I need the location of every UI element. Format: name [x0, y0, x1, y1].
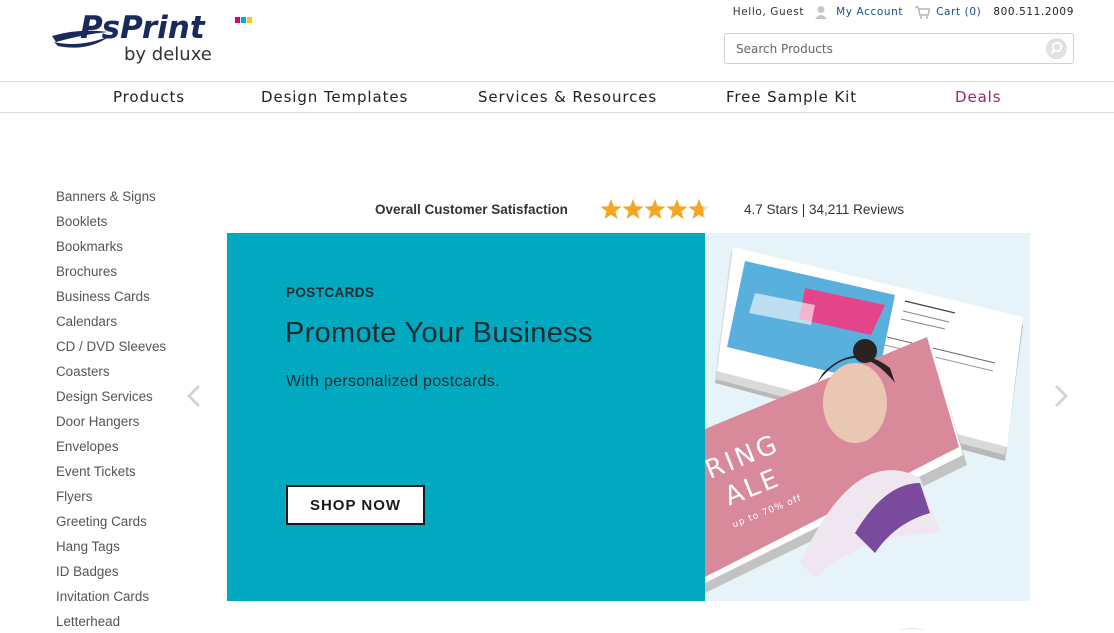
search-box: [724, 33, 1074, 64]
postcards-image[interactable]: RING ALE up to 70% off: [705, 233, 1030, 601]
sidebar-item-invitation-cards[interactable]: Invitation Cards: [56, 587, 206, 612]
slide-eyebrow: POSTCARDS: [286, 285, 375, 300]
sidebar-item-bookmarks[interactable]: Bookmarks: [56, 237, 206, 262]
nav-free-sample-kit[interactable]: Free Sample Kit: [726, 88, 857, 106]
cart-icon[interactable]: [915, 5, 931, 19]
nav-design-templates[interactable]: Design Templates: [261, 88, 408, 106]
rating-summary[interactable]: 4.7 Stars | 34,211 Reviews: [744, 202, 904, 217]
my-account-link[interactable]: My Account: [836, 6, 903, 18]
customer-rating: Overall Customer Satisfaction 4.7 Stars …: [0, 199, 1114, 221]
sidebar-item-letterhead[interactable]: Letterhead: [56, 612, 206, 633]
carousel-next-arrow[interactable]: [1053, 384, 1069, 408]
sidebar-item-coasters[interactable]: Coasters: [56, 362, 206, 387]
sidebar-item-door-hangers[interactable]: Door Hangers: [56, 412, 206, 437]
star-rating[interactable]: [600, 199, 710, 221]
sidebar-item-flyers[interactable]: Flyers: [56, 487, 206, 512]
sidebar-item-greeting-cards[interactable]: Greeting Cards: [56, 512, 206, 537]
sidebar-item-hang-tags[interactable]: Hang Tags: [56, 537, 206, 562]
rating-label: Overall Customer Satisfaction: [375, 202, 568, 217]
search-icon[interactable]: [1046, 38, 1067, 59]
category-sidebar: Banners & Signs Booklets Bookmarks Broch…: [56, 187, 206, 633]
slide-title: Promote Your Business: [285, 317, 593, 349]
sidebar-item-event-tickets[interactable]: Event Tickets: [56, 462, 206, 487]
sidebar-item-business-cards[interactable]: Business Cards: [56, 287, 206, 312]
shop-now-button[interactable]: SHOP NOW: [286, 485, 425, 525]
greeting-text: Hello, Guest: [732, 6, 805, 18]
carousel-indicator: [898, 628, 926, 633]
star-filled: [600, 199, 622, 219]
sidebar-item-calendars[interactable]: Calendars: [56, 312, 206, 337]
cart-link[interactable]: Cart (0): [936, 6, 981, 18]
hero-slide-panel: POSTCARDS Promote Your Business With per…: [227, 233, 705, 601]
sidebar-item-envelopes[interactable]: Envelopes: [56, 437, 206, 462]
user-icon: [814, 5, 828, 19]
utility-bar: Hello, Guest My Account Cart (0) 800.511…: [733, 5, 1074, 19]
main-nav: Products Design Templates Services & Res…: [0, 82, 1114, 113]
slide-subtitle: With personalized postcards.: [286, 373, 500, 390]
sidebar-item-id-badges[interactable]: ID Badges: [56, 562, 206, 587]
site-header: PsPrint by deluxe Hello, Guest My Accoun…: [0, 0, 1114, 82]
sidebar-item-cd-dvd-sleeves[interactable]: CD / DVD Sleeves: [56, 337, 206, 362]
nav-products[interactable]: Products: [113, 88, 185, 106]
brand-tagline: by deluxe: [124, 44, 212, 65]
psprint-logo[interactable]: PsPrint by deluxe: [50, 8, 260, 70]
phone-number: 800.511.2009: [993, 6, 1074, 18]
search-input[interactable]: [725, 34, 1025, 63]
nav-deals[interactable]: Deals: [955, 88, 1001, 106]
sidebar-item-brochures[interactable]: Brochures: [56, 262, 206, 287]
star-filled: [644, 199, 666, 219]
star-filled: [666, 199, 688, 219]
carousel-prev-arrow[interactable]: [186, 384, 202, 408]
brand-name: PsPrint: [80, 10, 206, 46]
star-filled: [622, 199, 644, 219]
nav-services-resources[interactable]: Services & Resources: [478, 88, 657, 106]
sidebar-item-design-services[interactable]: Design Services: [56, 387, 206, 412]
